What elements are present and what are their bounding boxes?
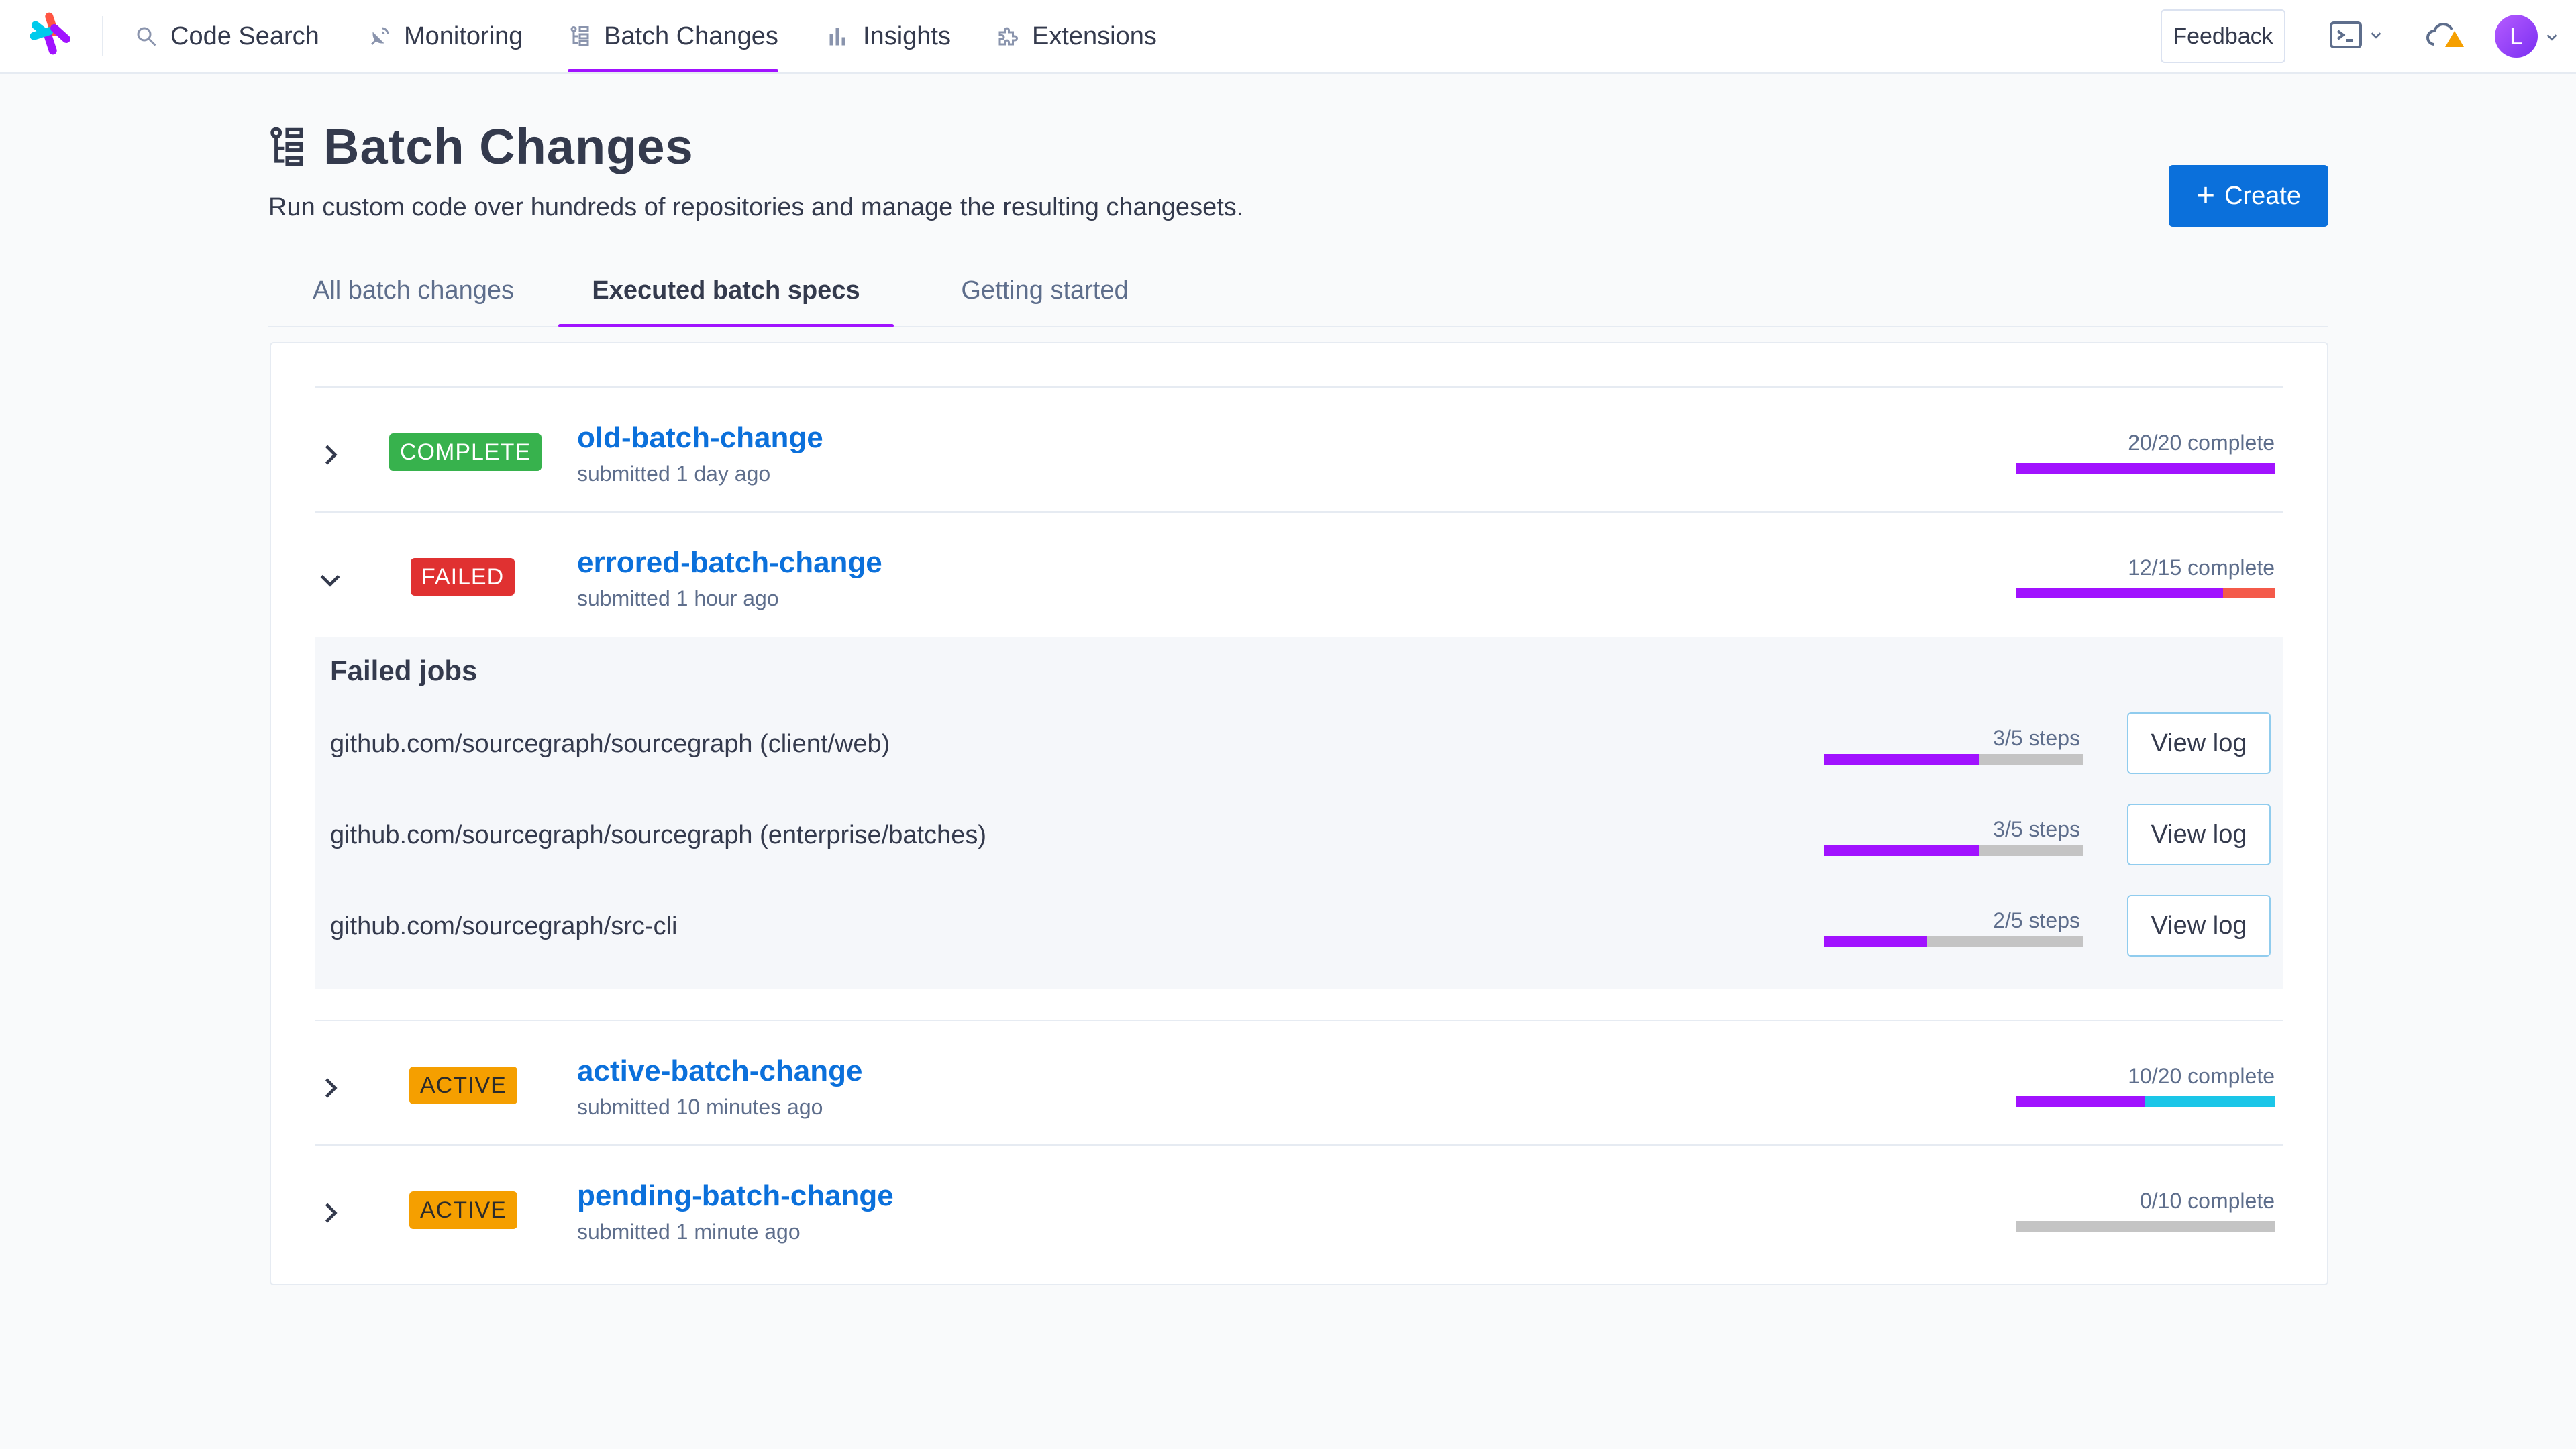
search-icon <box>137 27 156 46</box>
chevron-right-icon[interactable] <box>315 440 345 470</box>
job-steps-progress-bar <box>1824 845 2083 856</box>
extensions-icon <box>998 27 1018 46</box>
nav-item-label: Insights <box>863 21 951 50</box>
progress-completed-segment <box>2016 463 2275 474</box>
tab-executed-batch-specs[interactable]: Executed batch specs <box>558 255 894 327</box>
nav-item-label: Code Search <box>170 21 319 50</box>
top-navigation-bar: Code Search Monitoring Batch Changes Ins… <box>0 0 2576 74</box>
tab-getting-started[interactable]: Getting started <box>906 255 1184 326</box>
failed-jobs-title: Failed jobs <box>330 655 478 686</box>
nav-item-code-search[interactable]: Code Search <box>134 0 319 72</box>
status-badge: FAILED <box>411 558 515 596</box>
progress-bar <box>2016 1221 2275 1232</box>
progress-bar <box>2016 1096 2275 1107</box>
nav-item-batch-changes[interactable]: Batch Changes <box>568 0 778 72</box>
nav-item-label: Monitoring <box>404 21 523 50</box>
user-avatar[interactable]: L <box>2495 15 2538 58</box>
page-title: Batch Changes <box>323 119 694 174</box>
plus-icon: + <box>2196 178 2215 213</box>
batch-changes-icon <box>270 127 303 166</box>
chevron-down-icon[interactable] <box>2544 30 2559 44</box>
batch-spec-row: ACTIVE active-batch-change submitted 10 … <box>315 1021 2283 1146</box>
progress-completed-segment <box>2016 588 2223 598</box>
progress-completed-segment <box>2016 1096 2145 1107</box>
batch-spec-row: ACTIVE pending-batch-change submitted 1 … <box>315 1146 2283 1271</box>
create-batch-change-button[interactable]: + Create <box>2169 165 2328 227</box>
job-steps-progress-fill <box>1824 845 1979 856</box>
job-steps-progress-bar <box>1824 936 2083 947</box>
progress-failed-segment <box>2223 588 2275 598</box>
terminal-icon <box>2330 21 2362 48</box>
view-log-button[interactable]: View log <box>2127 712 2271 774</box>
submitted-time: submitted 1 day ago <box>577 462 771 486</box>
failed-jobs-panel: Failed jobs github.com/sourcegraph/sourc… <box>315 637 2283 989</box>
nav-item-label: Extensions <box>1032 21 1157 50</box>
batch-spec-name-link[interactable]: errored-batch-change <box>577 546 882 580</box>
nav-item-label: Batch Changes <box>604 21 778 50</box>
nav-item-monitoring[interactable]: Monitoring <box>368 0 523 72</box>
failed-job-row: github.com/sourcegraph/src-cli 2/5 steps… <box>315 880 2283 971</box>
batch-changes-tabs: All batch changes Executed batch specs G… <box>268 255 2328 327</box>
view-log-button[interactable]: View log <box>2127 895 2271 957</box>
active-nav-indicator <box>568 69 778 72</box>
submitted-time: submitted 1 minute ago <box>577 1220 801 1244</box>
progress-processing-segment <box>2145 1096 2275 1107</box>
progress-label: 20/20 complete <box>2128 431 2275 455</box>
job-repository-name: github.com/sourcegraph/sourcegraph (ente… <box>330 821 986 849</box>
job-steps-label: 3/5 steps <box>1993 817 2080 841</box>
job-steps-progress-fill <box>1824 754 1979 765</box>
batch-spec-row: COMPLETE old-batch-change submitted 1 da… <box>315 388 2283 513</box>
sourcegraph-logo-icon[interactable] <box>27 9 75 58</box>
chevron-right-icon[interactable] <box>315 1198 345 1228</box>
job-steps-progress-bar <box>1824 754 2083 765</box>
chevron-right-icon[interactable] <box>315 1073 345 1103</box>
create-button-label: Create <box>2224 181 2302 210</box>
batch-spec-name-link[interactable]: active-batch-change <box>577 1055 862 1088</box>
batch-spec-name-link[interactable]: pending-batch-change <box>577 1179 894 1213</box>
nav-item-insights[interactable]: Insights <box>827 0 951 72</box>
progress-bar <box>2016 588 2275 598</box>
chevron-down-icon <box>2371 32 2381 39</box>
cloud-status-indicator[interactable] <box>2425 20 2465 50</box>
view-log-button[interactable]: View log <box>2127 804 2271 865</box>
page-subtitle: Run custom code over hundreds of reposit… <box>268 193 1244 221</box>
terminal-menu-toggle[interactable] <box>2330 20 2383 50</box>
status-badge: ACTIVE <box>409 1191 517 1229</box>
nav-divider <box>102 16 103 56</box>
page-header: Batch Changes <box>268 118 694 175</box>
status-badge: COMPLETE <box>389 433 542 471</box>
chevron-down-icon[interactable] <box>315 565 345 594</box>
nav-item-extensions[interactable]: Extensions <box>996 0 1157 72</box>
failed-job-row: github.com/sourcegraph/sourcegraph (ente… <box>315 789 2283 880</box>
monitoring-icon <box>370 27 389 46</box>
status-badge: ACTIVE <box>409 1067 517 1104</box>
progress-label: 12/15 complete <box>2128 555 2275 580</box>
job-steps-progress-fill <box>1824 936 1927 947</box>
failed-job-row: github.com/sourcegraph/sourcegraph (clie… <box>315 698 2283 789</box>
avatar-initial: L <box>2509 22 2524 50</box>
job-repository-name: github.com/sourcegraph/sourcegraph (clie… <box>330 730 890 758</box>
job-steps-label: 2/5 steps <box>1993 908 2080 932</box>
progress-label: 0/10 complete <box>2139 1189 2275 1213</box>
progress-label: 10/20 complete <box>2128 1064 2275 1088</box>
submitted-time: submitted 1 hour ago <box>577 586 779 610</box>
batch-changes-icon <box>570 26 589 46</box>
batch-spec-row: FAILED errored-batch-change submitted 1 … <box>315 513 2283 637</box>
cloud-warning-icon <box>2426 23 2464 47</box>
batch-spec-name-link[interactable]: old-batch-change <box>577 421 823 455</box>
insights-icon <box>829 28 845 46</box>
tab-all-batch-changes[interactable]: All batch changes <box>268 255 558 326</box>
job-repository-name: github.com/sourcegraph/src-cli <box>330 912 678 941</box>
feedback-button[interactable]: Feedback <box>2161 9 2285 63</box>
submitted-time: submitted 10 minutes ago <box>577 1095 823 1119</box>
job-steps-label: 3/5 steps <box>1993 726 2080 750</box>
progress-bar <box>2016 463 2275 474</box>
